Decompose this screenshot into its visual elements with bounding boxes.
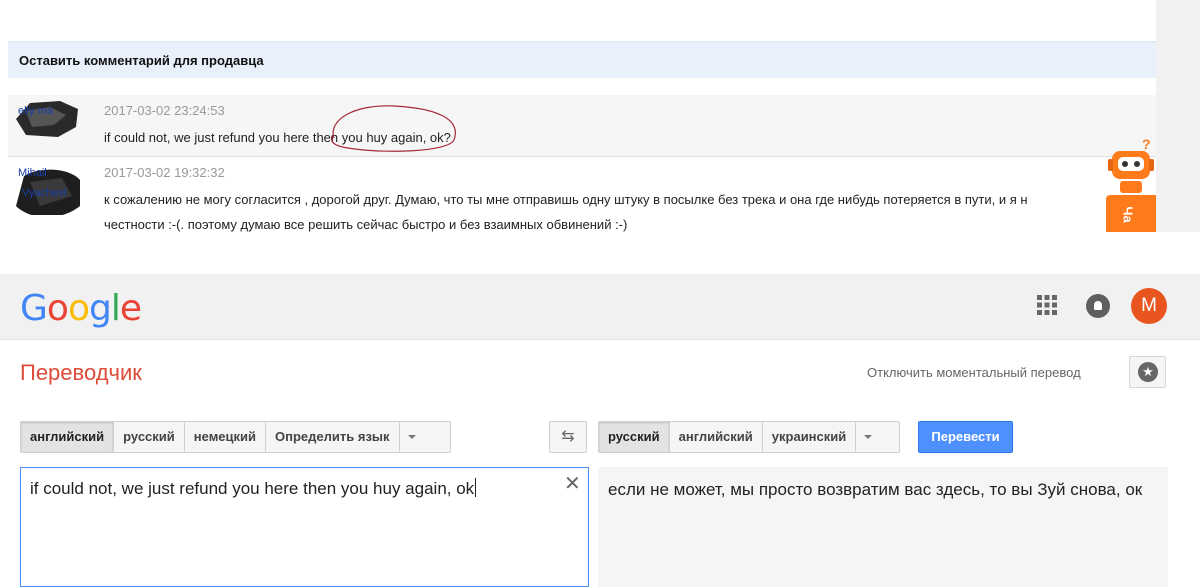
comment-date: 2017-03-02 23:24:53 — [104, 103, 225, 118]
instant-translation-toggle[interactable]: Отключить моментальный перевод — [867, 365, 1081, 380]
account-avatar[interactable]: M — [1131, 288, 1167, 324]
comment-item: elly ma 2017-03-02 23:24:53 if could not… — [8, 95, 1156, 157]
separator — [0, 232, 1200, 274]
comment-text-line2: честности :-(. поэтому думаю все решить … — [104, 217, 628, 232]
source-lang-english[interactable]: английский — [21, 422, 115, 452]
support-robot-icon[interactable]: ? — [1104, 135, 1160, 205]
target-lang-ukrainian[interactable]: украинский — [763, 422, 857, 452]
comment-username-extra[interactable]: Vyachesl — [22, 187, 66, 199]
seller-comment-panel: Оставить комментарий для продавца elly m… — [0, 0, 1200, 232]
chevron-down-icon[interactable] — [400, 422, 424, 452]
comment-text: к сожалению не могу согласится , дорогой… — [104, 192, 1028, 207]
translate-button[interactable]: Перевести — [918, 421, 1013, 453]
comment-date: 2017-03-02 19:32:32 — [104, 165, 225, 180]
phrasebook-button[interactable]: ★ — [1129, 356, 1166, 388]
blurred-avatar-icon — [16, 101, 78, 137]
chat-tab-label: Ча — [1120, 206, 1136, 223]
target-language-bar: русский английский украинский — [598, 421, 900, 453]
source-text[interactable]: if could not, we just refund you here th… — [30, 478, 477, 499]
notifications-bell-icon[interactable] — [1086, 294, 1110, 318]
chevron-down-icon[interactable] — [856, 422, 880, 452]
apps-grid-icon[interactable] — [1037, 295, 1057, 315]
target-lang-russian[interactable]: русский — [599, 422, 670, 452]
google-top-bar: Google — [0, 274, 1200, 340]
comment-header-title: Оставить комментарий для продавца — [19, 53, 264, 68]
translation-text: если не может, мы просто возвратим вас з… — [608, 480, 1143, 499]
red-circle-annotation-icon — [330, 105, 456, 152]
comment-username[interactable]: Mihail — [18, 167, 47, 179]
page-scrollbar[interactable] — [1156, 0, 1200, 232]
target-lang-english[interactable]: английский — [670, 422, 763, 452]
source-language-bar: английский русский немецкий Определить я… — [20, 421, 451, 453]
comment-header: Оставить комментарий для продавца — [8, 41, 1156, 78]
source-lang-russian[interactable]: русский — [114, 422, 185, 452]
robot-badge: ? — [1142, 136, 1151, 152]
translation-output: если не может, мы просто возвратим вас з… — [598, 467, 1168, 587]
comment-username[interactable]: elly ma — [18, 105, 53, 117]
star-icon: ★ — [1138, 362, 1158, 382]
source-lang-german[interactable]: немецкий — [185, 422, 267, 452]
comment-item: Mihail Vyachesl 2017-03-02 19:32:32 к со… — [8, 157, 1156, 232]
source-lang-detect[interactable]: Определить язык — [266, 422, 400, 452]
source-text-input[interactable]: if could not, we just refund you here th… — [20, 467, 589, 587]
page-title: Переводчик — [20, 360, 142, 385]
clear-text-icon[interactable]: ✕ — [564, 474, 581, 494]
swap-languages-button[interactable]: ⇆ — [549, 421, 587, 453]
google-logo[interactable]: Google — [20, 288, 142, 329]
swap-arrows-icon: ⇆ — [561, 428, 575, 445]
